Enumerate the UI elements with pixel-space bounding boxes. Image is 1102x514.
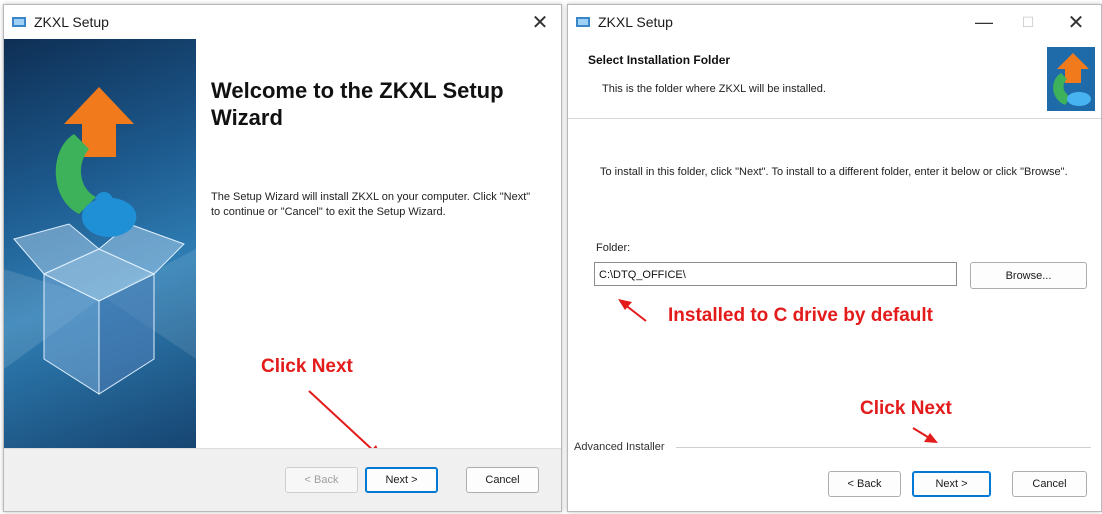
install-folder-window: ZKXL Setup — ☐ ✕ Select Installation Fol…	[567, 4, 1102, 512]
click-next-annotation: Click Next	[860, 398, 952, 419]
wizard-button-bar: < Back Next > Cancel	[568, 461, 1101, 511]
cancel-button[interactable]: Cancel	[466, 467, 539, 493]
welcome-setup-window: ZKXL Setup ✕ Welcome to the ZKXL Setup W…	[3, 4, 562, 512]
next-button[interactable]: Next >	[912, 471, 991, 497]
cancel-button[interactable]: Cancel	[1012, 471, 1087, 497]
default-drive-annotation: Installed to C drive by default	[668, 305, 933, 326]
back-button[interactable]: < Back	[828, 471, 901, 497]
wizard-button-bar: < Back Next > Cancel	[4, 448, 561, 511]
annotation-arrow-icon	[308, 390, 382, 459]
back-button[interactable]: < Back	[285, 467, 358, 493]
next-button[interactable]: Next >	[365, 467, 438, 493]
footer-divider	[676, 447, 1091, 448]
annotation-arrow-icon	[618, 299, 938, 443]
advanced-installer-label: Advanced Installer	[574, 441, 669, 453]
